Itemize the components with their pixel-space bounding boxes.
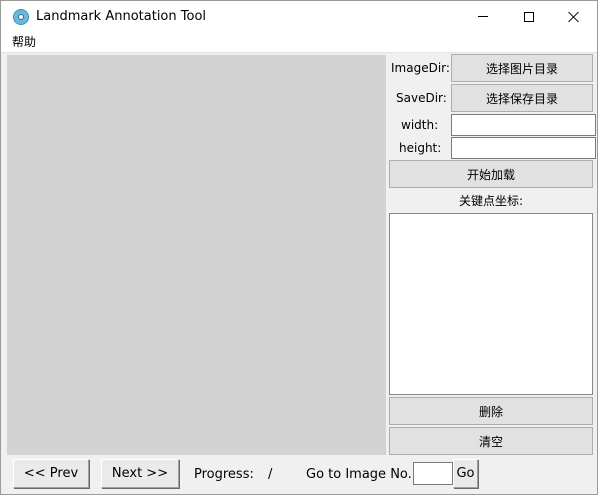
keypoints-label: 关键点坐标: xyxy=(458,194,524,208)
progress-value: / xyxy=(268,467,273,482)
image-canvas[interactable] xyxy=(7,55,386,455)
app-window: Landmark Annotation Tool 帮助 ImageDir: 选择… xyxy=(0,0,598,495)
delete-button[interactable]: 删除 xyxy=(389,397,593,425)
width-label: width: xyxy=(401,118,439,132)
clear-button[interactable]: 清空 xyxy=(389,427,593,455)
maximize-button[interactable] xyxy=(506,1,552,32)
prev-button[interactable]: << Prev xyxy=(13,459,89,488)
height-label: height: xyxy=(399,141,442,155)
keypoints-listbox[interactable] xyxy=(389,213,593,395)
width-input[interactable] xyxy=(451,114,596,136)
window-title: Landmark Annotation Tool xyxy=(36,9,207,24)
menu-bar: 帮助 xyxy=(1,32,597,53)
maximize-icon xyxy=(524,11,534,22)
start-load-button[interactable]: 开始加载 xyxy=(389,160,593,188)
save-dir-label: SaveDir: xyxy=(396,91,447,105)
minimize-icon xyxy=(478,16,488,17)
next-button[interactable]: Next >> xyxy=(101,459,179,488)
progress-label: Progress: xyxy=(194,467,254,482)
app-icon xyxy=(13,9,29,25)
title-bar[interactable]: Landmark Annotation Tool xyxy=(1,1,597,32)
image-dir-label: ImageDir: xyxy=(391,61,450,75)
menu-item-help[interactable]: 帮助 xyxy=(12,35,36,50)
close-button[interactable] xyxy=(551,1,597,32)
go-button[interactable]: Go xyxy=(453,459,478,488)
select-image-dir-button[interactable]: 选择图片目录 xyxy=(451,54,593,82)
height-input[interactable] xyxy=(451,137,596,159)
goto-image-input[interactable] xyxy=(413,462,453,485)
goto-label: Go to Image No. xyxy=(306,467,412,482)
close-icon xyxy=(568,11,580,23)
select-save-dir-button[interactable]: 选择保存目录 xyxy=(451,84,593,112)
minimize-button[interactable] xyxy=(460,1,506,32)
